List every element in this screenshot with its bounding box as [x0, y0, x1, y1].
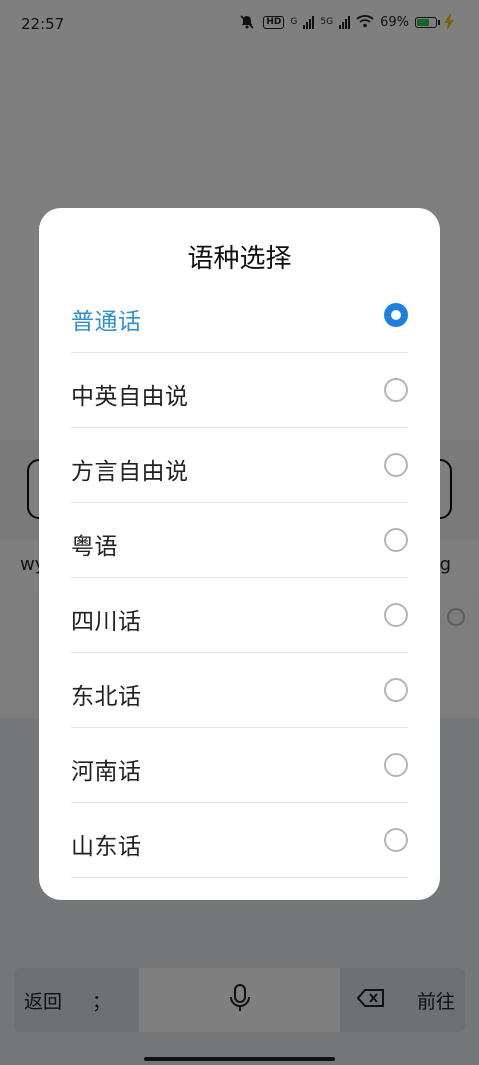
- option-label: 粤语: [71, 534, 118, 560]
- option-label: 中英自由说: [71, 384, 189, 410]
- language-option[interactable]: 中英自由说: [71, 353, 408, 428]
- radio-button[interactable]: [384, 528, 408, 552]
- radio-button[interactable]: [384, 828, 408, 852]
- language-option[interactable]: 普通话: [71, 278, 408, 353]
- language-option[interactable]: 山东话: [71, 803, 408, 878]
- language-option[interactable]: 河南话: [71, 728, 408, 803]
- option-label: 东北话: [71, 684, 142, 710]
- radio-button[interactable]: [384, 753, 408, 777]
- radio-button[interactable]: [384, 603, 408, 627]
- language-option[interactable]: 方言自由说: [71, 428, 408, 503]
- dialog-title: 语种选择: [187, 244, 292, 274]
- radio-button[interactable]: [384, 678, 408, 702]
- language-option[interactable]: 东北话: [71, 653, 408, 728]
- radio-button[interactable]: [384, 378, 408, 402]
- language-select-dialog: 语种选择 普通话 中英自由说 方言自由说 粤语 四川话 东北话 河南话 山东话: [39, 208, 440, 900]
- radio-button[interactable]: [384, 453, 408, 477]
- option-label: 山东话: [71, 834, 142, 860]
- option-label: 方言自由说: [71, 459, 189, 485]
- language-option-list: 普通话 中英自由说 方言自由说 粤语 四川话 东北话 河南话 山东话: [71, 278, 408, 878]
- option-label: 四川话: [71, 609, 142, 635]
- language-option[interactable]: 四川话: [71, 578, 408, 653]
- language-option[interactable]: 粤语: [71, 503, 408, 578]
- radio-button[interactable]: [384, 303, 408, 327]
- option-label: 河南话: [71, 759, 142, 785]
- option-label: 普通话: [71, 309, 142, 335]
